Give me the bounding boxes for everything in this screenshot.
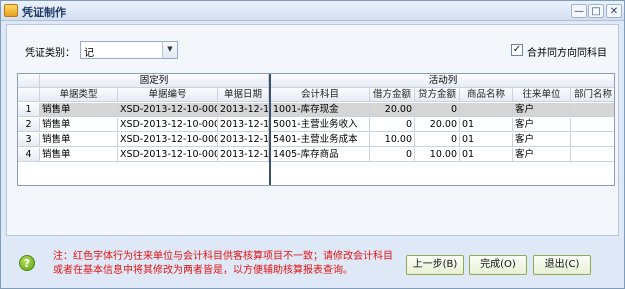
column-header[interactable]: 单据日期 <box>218 88 269 102</box>
table-cell[interactable] <box>571 133 614 147</box>
column-header[interactable]: 借方金额 <box>370 88 415 102</box>
row-number[interactable]: 4 <box>18 148 40 162</box>
grid-header-corner <box>18 88 40 102</box>
table-cell[interactable]: XSD-2013-12-10-00001 <box>118 133 218 147</box>
merge-label: 合并同方向同科目 <box>527 48 607 59</box>
table-cell[interactable]: 销售单 <box>40 133 118 147</box>
table-cell[interactable]: 10.00 <box>415 148 460 162</box>
table-cell[interactable]: 01 <box>460 133 513 147</box>
table-cell[interactable]: 2013-12-10 <box>218 133 269 147</box>
table-cell[interactable]: 20.00 <box>370 103 415 117</box>
table-cell[interactable]: 客户 <box>513 118 571 132</box>
table-cell[interactable]: 1001-库存现金 <box>271 103 370 117</box>
table-cell[interactable]: 10.00 <box>370 133 415 147</box>
footer-bar: ? 注：红色字体行为往来单位与会计科目供客核算项目不一致；请修改会计科目或者在基… <box>6 241 619 283</box>
merge-checkbox[interactable]: ✓ <box>511 44 523 56</box>
minimize-icon[interactable]: — <box>571 4 587 18</box>
column-header[interactable]: 单据编号 <box>118 88 218 102</box>
table-cell[interactable]: 2013-12-10 <box>218 148 269 162</box>
content-panel: 凭证类别： 记 ▼ ✓ 合并同方向同科目 固定列 活动列 单据类型 单据编号 单据日… <box>6 24 619 236</box>
table-cell[interactable]: 0 <box>370 148 415 162</box>
warning-note: 注：红色字体行为往来单位与会计科目供客核算项目不一致；请修改会计科目或者在基本信… <box>53 251 393 276</box>
title-bar: 凭证制作 — □ ✕ <box>1 1 624 21</box>
table-cell[interactable]: 01 <box>460 118 513 132</box>
voucher-type-value: 记 <box>84 48 94 59</box>
table-cell[interactable]: 客户 <box>513 133 571 147</box>
row-number[interactable]: 3 <box>18 133 40 147</box>
voucher-app-icon <box>4 4 18 17</box>
column-header[interactable]: 单据类型 <box>40 88 118 102</box>
column-header[interactable]: 往来单位 <box>513 88 571 102</box>
window-title: 凭证制作 <box>22 6 66 19</box>
table-cell[interactable]: XSD-2013-12-10-00001 <box>118 118 218 132</box>
table-cell[interactable] <box>460 103 513 117</box>
close-icon[interactable]: ✕ <box>606 4 622 18</box>
table-cell[interactable] <box>571 148 614 162</box>
row-number[interactable]: 2 <box>18 118 40 132</box>
grid-corner <box>18 74 40 88</box>
table-cell[interactable]: 0 <box>415 133 460 147</box>
column-header[interactable]: 会计科目 <box>271 88 370 102</box>
table-cell[interactable]: 客户 <box>513 103 571 117</box>
table-cell[interactable] <box>571 103 614 117</box>
voucher-type-label: 凭证类别： <box>25 48 75 59</box>
table-cell[interactable]: 销售单 <box>40 103 118 117</box>
help-icon[interactable]: ? <box>19 255 35 271</box>
table-cell[interactable]: 20.00 <box>415 118 460 132</box>
table-cell[interactable]: XSD-2013-12-10-00001 <box>118 148 218 162</box>
row-number[interactable]: 1 <box>18 103 40 117</box>
table-cell[interactable]: 5001-主营业务收入 <box>271 118 370 132</box>
table-cell[interactable]: 2013-12-10 <box>218 103 269 117</box>
voucher-window: 凭证制作 — □ ✕ 凭证类别： 记 ▼ ✓ 合并同方向同科目 固定列 活动列 … <box>0 0 625 289</box>
table-cell[interactable]: 5401-主营业务成本 <box>271 133 370 147</box>
column-header[interactable]: 贷方金额 <box>415 88 460 102</box>
voucher-grid: 固定列 活动列 单据类型 单据编号 单据日期 会计科目 借方金额 贷方金额 商品名称 往来单位… <box>17 73 615 186</box>
table-cell[interactable]: XSD-2013-12-10-00001 <box>118 103 218 117</box>
active-columns-header: 活动列 <box>271 74 614 88</box>
column-header[interactable]: 商品名称 <box>460 88 513 102</box>
table-cell[interactable]: 01 <box>460 148 513 162</box>
finish-button[interactable]: 完成(O) <box>469 255 527 275</box>
table-cell[interactable]: 1405-库存商品 <box>271 148 370 162</box>
fixed-columns-header: 固定列 <box>40 74 269 88</box>
table-cell[interactable]: 销售单 <box>40 118 118 132</box>
table-cell[interactable]: 0 <box>370 118 415 132</box>
table-cell[interactable]: 客户 <box>513 148 571 162</box>
maximize-icon[interactable]: □ <box>588 4 604 18</box>
table-cell[interactable]: 0 <box>415 103 460 117</box>
column-header[interactable]: 部门名称 <box>571 88 614 102</box>
exit-button[interactable]: 退出(C) <box>533 255 591 275</box>
chevron-down-icon[interactable]: ▼ <box>162 42 177 58</box>
previous-step-button[interactable]: 上一步(B) <box>406 255 464 275</box>
table-cell[interactable]: 2013-12-10 <box>218 118 269 132</box>
table-cell[interactable] <box>571 118 614 132</box>
voucher-type-select[interactable]: 记 ▼ <box>80 41 178 59</box>
table-cell[interactable]: 销售单 <box>40 148 118 162</box>
